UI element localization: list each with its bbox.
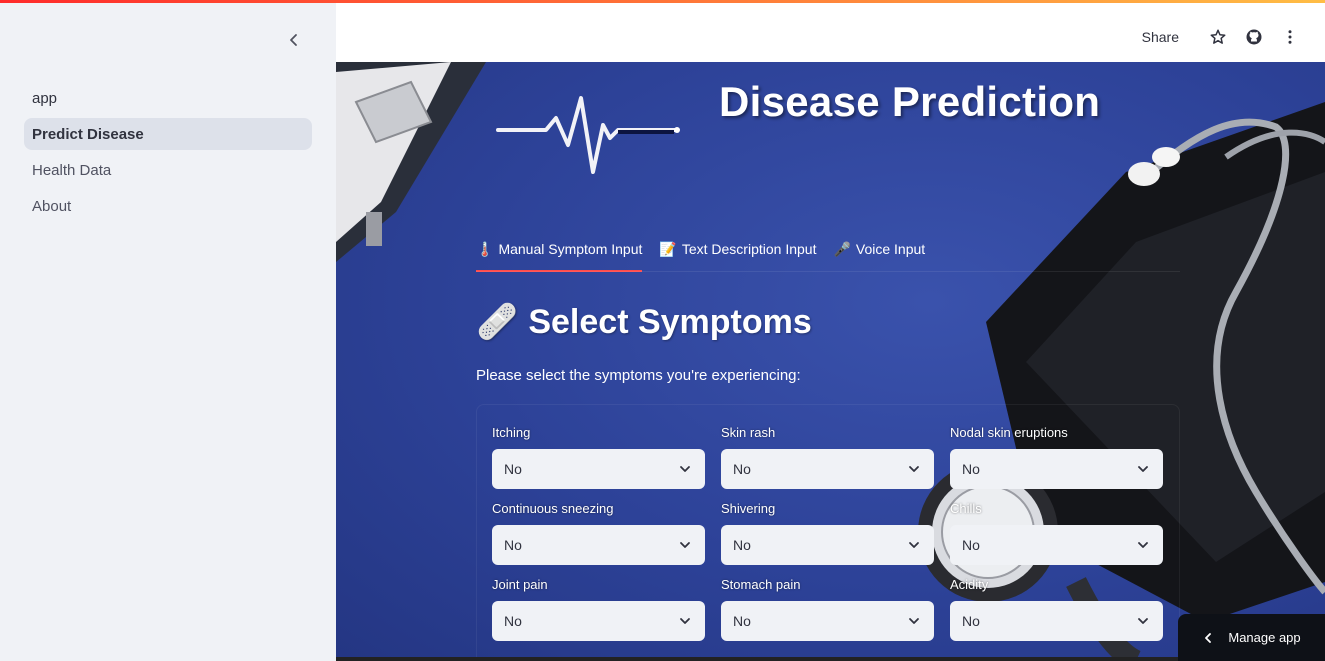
tab-text-description-input[interactable]: 📝 Text Description Input [659,236,816,262]
main-content: Disease Prediction 🌡️ Manual Symptom Inp… [336,62,1325,661]
section-heading: 🩹 Select Symptoms [476,302,812,342]
tab-label: Voice Input [855,241,926,257]
tab-voice-input[interactable]: 🎤 Voice Input [833,236,925,262]
select-value: No [962,613,980,629]
symptom-field-itching: Itching No [492,425,705,489]
symptom-field-stomach-pain: Stomach pain No [721,577,934,641]
chevron-down-icon [909,618,919,624]
sidebar-item-label: About [32,197,72,215]
chevron-left-icon [290,34,297,46]
shivering-select[interactable]: No [721,525,934,565]
select-value: No [733,461,751,477]
tabs-divider [476,271,1180,272]
sidebar-item-label: Health Data [32,161,112,179]
field-label: Nodal skin eruptions [950,425,1068,440]
symptom-field-shivering: Shivering No [721,501,934,565]
select-value: No [733,613,751,629]
field-label: Itching [492,425,531,440]
skin-rash-select[interactable]: No [721,449,934,489]
symptom-field-continuous-sneezing: Continuous sneezing No [492,501,705,565]
sidebar-nav: app Predict Disease Health Data About [24,82,312,226]
field-label: Joint pain [492,577,548,592]
chevron-down-icon [1138,542,1148,548]
symptom-field-skin-rash: Skin rash No [721,425,934,489]
chevron-left-icon [1205,632,1212,643]
sidebar-item-predict-disease[interactable]: Predict Disease [24,118,312,150]
manage-app-button[interactable]: Manage app [1178,614,1325,661]
sidebar: app Predict Disease Health Data About [0,0,336,661]
itching-select[interactable]: No [492,449,705,489]
thermometer-icon: 🌡️ [476,240,494,257]
input-mode-tabs: 🌡️ Manual Symptom Input 📝 Text Descripti… [476,236,925,272]
select-value: No [962,537,980,553]
star-icon[interactable] [1207,26,1229,48]
symptom-grid: Itching No Skin rash No Nodal skin erupt… [492,425,1163,641]
nodal-skin-eruptions-select[interactable]: No [950,449,1163,489]
chevron-down-icon [680,542,690,548]
symptom-field-nodal-skin-eruptions: Nodal skin eruptions No [950,425,1163,489]
stomach-pain-select[interactable]: No [721,601,934,641]
bandage-icon: 🩹 [476,303,519,341]
app-header: Share [336,0,1325,62]
symptom-field-acidity: Acidity No [950,577,1163,641]
sidebar-item-label: Predict Disease [32,125,144,143]
select-value: No [504,613,522,629]
symptom-field-joint-pain: Joint pain No [492,577,705,641]
chills-select[interactable]: No [950,525,1163,565]
sidebar-item-about[interactable]: About [24,190,312,222]
top-decoration-bar [0,0,1325,3]
sidebar-item-app[interactable]: app [24,82,312,114]
manage-app-label: Manage app [1228,630,1301,645]
field-label: Chills [950,501,982,516]
symptom-form: Itching No Skin rash No Nodal skin erupt… [476,404,1180,661]
select-value: No [504,461,522,477]
share-button[interactable]: Share [1142,29,1179,45]
tab-label: Manual Symptom Input [498,241,643,257]
field-label: Continuous sneezing [492,501,614,516]
joint-pain-select[interactable]: No [492,601,705,641]
chevron-down-icon [1138,618,1148,624]
select-value: No [962,461,980,477]
sidebar-item-label: app [32,89,58,107]
chevron-down-icon [909,542,919,548]
field-label: Skin rash [721,425,776,440]
sidebar-item-health-data[interactable]: Health Data [24,154,312,186]
continuous-sneezing-select[interactable]: No [492,525,705,565]
chevron-down-icon [1138,466,1148,472]
more-options-icon[interactable] [1279,26,1301,48]
chevron-down-icon [680,618,690,624]
tab-manual-symptom-input[interactable]: 🌡️ Manual Symptom Input [476,236,643,272]
heartbeat-logo [496,96,680,174]
page-title: Disease Prediction [719,78,1101,125]
field-label: Stomach pain [721,577,801,592]
field-label: Acidity [950,577,989,592]
chevron-down-icon [909,466,919,472]
bottom-edge-bar [336,657,1325,661]
header-actions: Share [1142,26,1301,48]
select-value: No [504,537,522,553]
tab-label: Text Description Input [681,241,817,257]
collapse-sidebar-button[interactable] [280,28,308,52]
field-label: Shivering [721,501,776,516]
symptom-field-chills: Chills No [950,501,1163,565]
github-icon[interactable] [1243,26,1265,48]
memo-icon: 📝 [659,240,677,257]
section-title: Select Symptoms [528,302,812,341]
microphone-icon: 🎤 [833,240,851,257]
acidity-select[interactable]: No [950,601,1163,641]
chevron-down-icon [680,466,690,472]
section-subtitle: Please select the symptoms you're experi… [476,367,801,384]
select-value: No [733,537,751,553]
